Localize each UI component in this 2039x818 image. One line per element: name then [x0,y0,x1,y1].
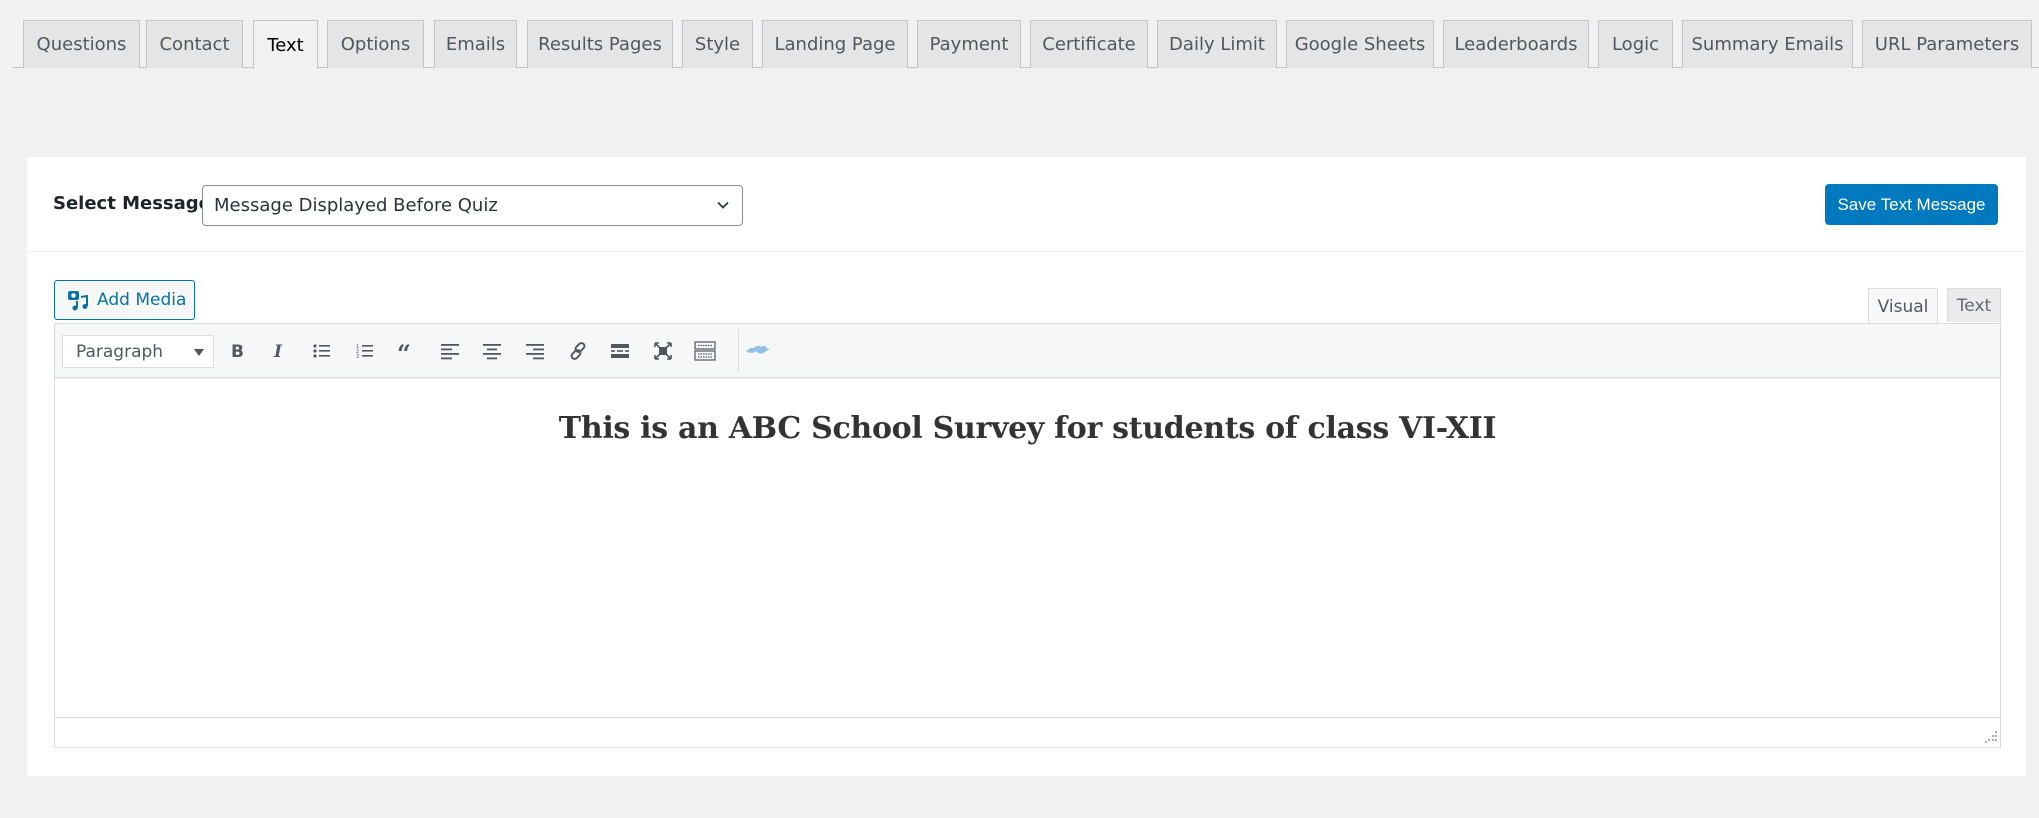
link-button[interactable] [563,336,593,366]
tab-bar: Questions Contact Text Options Emails Re… [13,20,2039,69]
align-right-icon [526,344,544,360]
svg-text:I: I [273,342,283,361]
editor-toolbar: Paragraph B I 1 2 3 “ [55,324,2000,378]
align-center-icon [483,344,501,360]
add-media-label: Add Media [97,290,187,310]
bold-button[interactable]: B [222,336,252,366]
tab-questions[interactable]: Questions [23,20,140,68]
italic-button[interactable]: I [264,336,294,366]
visual-mode-tab[interactable]: Visual [1868,288,1938,324]
tab-text[interactable]: Text [253,20,318,69]
editor-status-bar [55,717,2000,747]
tab-google-sheets[interactable]: Google Sheets [1286,20,1434,68]
tab-landing-page[interactable]: Landing Page [762,20,908,68]
tab-daily-limit[interactable]: Daily Limit [1157,20,1277,68]
add-media-button[interactable]: Add Media [54,280,195,320]
numbered-list-icon: 1 2 3 [356,344,373,360]
bullet-list-icon [313,344,330,358]
bold-icon: B [231,342,244,361]
chevron-down-icon [717,201,729,209]
svg-text:3: 3 [356,354,359,360]
italic-icon: I [273,342,283,361]
bullet-list-button[interactable] [307,336,337,366]
fullscreen-button[interactable] [648,336,678,366]
toolbar-separator [738,330,739,372]
blockquote-icon: “ [397,341,411,361]
twitter-bird-icon [746,345,770,354]
fullscreen-icon [654,342,672,360]
svg-text:B: B [231,342,244,361]
read-more-icon [611,344,629,358]
format-select-value: Paragraph [76,341,164,362]
numbered-list-button[interactable]: 1 2 3 [350,336,380,366]
twitter-button[interactable] [743,336,773,366]
panel-header: Select Message Message Displayed Before … [27,157,2026,252]
content-heading: This is an ABC School Survey for student… [558,411,1497,446]
text-mode-tab[interactable]: Text [1947,288,2001,322]
message-select[interactable]: Message Displayed Before Quiz [202,185,743,226]
align-center-button[interactable] [477,336,507,366]
resize-handle-icon[interactable] [1984,730,1997,743]
rich-text-editor: Paragraph B I 1 2 3 “ This is an ABC Sch… [54,323,2001,748]
select-message-label: Select Message [53,193,211,214]
toolbar-toggle-icon [694,341,716,361]
tab-contact[interactable]: Contact [146,20,243,68]
tab-url-parameters[interactable]: URL Parameters [1862,20,2032,68]
blockquote-button[interactable]: “ [392,336,422,366]
tab-results-pages[interactable]: Results Pages [527,20,673,68]
tab-style[interactable]: Style [682,20,753,68]
format-select[interactable]: Paragraph [62,335,214,368]
tab-leaderboards[interactable]: Leaderboards [1443,20,1589,68]
tab-options[interactable]: Options [327,20,424,68]
tab-emails[interactable]: Emails [434,20,517,68]
media-icon [68,291,88,311]
tab-logic[interactable]: Logic [1598,20,1673,68]
tab-summary-emails[interactable]: Summary Emails [1682,20,1853,68]
align-right-button[interactable] [520,336,550,366]
toolbar-toggle-button[interactable] [690,336,720,366]
dropdown-arrow-icon [194,349,204,356]
text-message-panel: Select Message Message Displayed Before … [27,157,2026,776]
link-icon [570,342,586,360]
read-more-button[interactable] [605,336,635,366]
align-left-button[interactable] [435,336,465,366]
svg-text:“: “ [397,341,411,361]
editor-content-area[interactable]: This is an ABC School Survey for student… [55,378,2000,714]
save-text-message-button[interactable]: Save Text Message [1825,184,1998,225]
tab-certificate[interactable]: Certificate [1030,20,1148,68]
message-select-value: Message Displayed Before Quiz [214,195,498,216]
tab-payment[interactable]: Payment [917,20,1021,68]
align-left-icon [441,344,459,360]
